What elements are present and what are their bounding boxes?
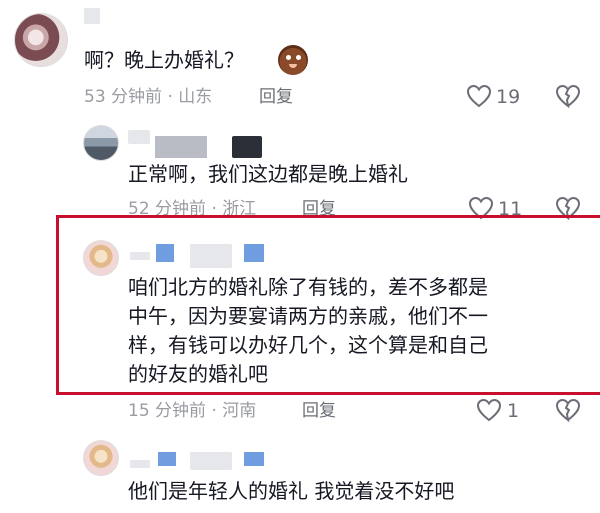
- redacted-username: [158, 452, 176, 466]
- redacted-username: [156, 244, 174, 262]
- broken-heart-icon[interactable]: [555, 398, 581, 422]
- heart-outline-icon[interactable]: [466, 84, 492, 108]
- comment-text-line: 的好友的婚礼吧: [128, 362, 268, 386]
- comment-text-line: 中午，因为要宴请两方的亲戚，他们不一: [128, 304, 488, 328]
- broken-heart-icon[interactable]: [555, 84, 581, 108]
- reply-button[interactable]: 回复: [259, 86, 293, 108]
- redacted-username: [155, 136, 207, 158]
- like-count: 19: [496, 86, 521, 108]
- comment-text-line: 咱们北方的婚礼除了有钱的，差不多都是: [128, 275, 488, 299]
- redacted-username: [128, 130, 150, 144]
- comment-text: 咱们北方的婚礼除了有钱的，差不多都是 中午，因为要宴请两方的亲戚，他们不一 样，…: [128, 273, 488, 389]
- user-avatar[interactable]: [14, 13, 68, 67]
- comment-text: 他们是年轻人的婚礼 我觉着没不好吧: [128, 479, 455, 503]
- surprised-face-emoji-icon: [278, 45, 308, 75]
- reply-button[interactable]: 回复: [302, 400, 336, 422]
- like-count: 1: [507, 400, 520, 422]
- redacted-username: [84, 8, 100, 24]
- user-avatar[interactable]: [83, 125, 119, 161]
- comment-text: 正常啊，我们这边都是晚上婚礼: [128, 162, 408, 186]
- redacted-username: [244, 244, 264, 262]
- comment-text-line: 样，有钱可以办好几个，这个算是和自己: [128, 333, 488, 357]
- redacted-username: [130, 460, 150, 468]
- user-avatar[interactable]: [83, 240, 119, 276]
- comment-text: 啊？晚上办婚礼？: [84, 48, 244, 72]
- redacted-username: [190, 244, 232, 268]
- redacted-username: [190, 452, 232, 470]
- comment-meta: 15 分钟前 · 河南: [128, 401, 257, 421]
- redacted-username: [232, 136, 262, 158]
- user-avatar[interactable]: [83, 440, 119, 476]
- redacted-username: [130, 252, 150, 260]
- redacted-username: [244, 452, 264, 466]
- heart-outline-icon[interactable]: [476, 398, 502, 422]
- comment-meta: 53 分钟前 · 山东: [84, 87, 213, 107]
